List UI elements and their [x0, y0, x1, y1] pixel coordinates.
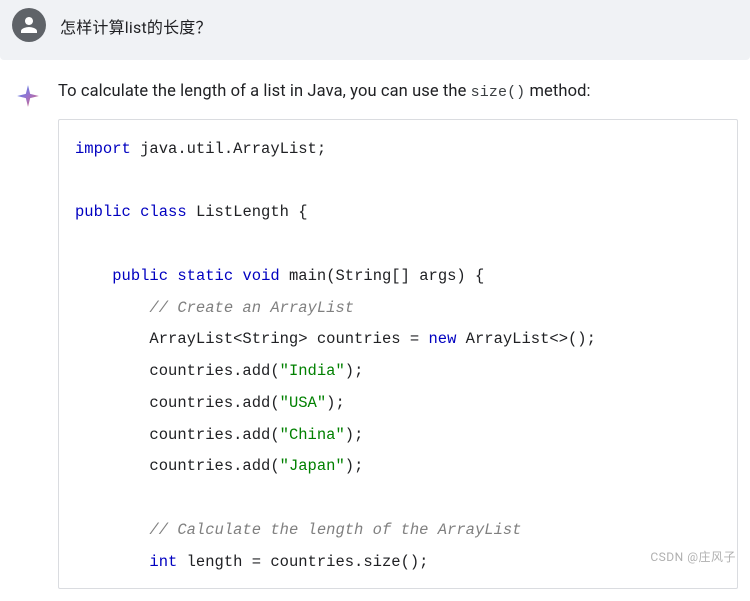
code-text: java.util.ArrayList; — [131, 140, 326, 158]
code-text: ); — [326, 394, 345, 412]
user-message-row: 怎样计算list的长度？ — [0, 0, 750, 60]
intro-pre: To calculate the length of a list in Jav… — [58, 82, 471, 101]
code-text: ); — [345, 362, 364, 380]
user-message-text: 怎样计算list的长度？ — [60, 8, 212, 38]
kw-public: public — [75, 203, 131, 221]
comment: // Create an ArrayList — [149, 299, 354, 317]
code-text: length = countries.size(); — [177, 553, 428, 571]
kw-import: import — [75, 140, 131, 158]
code-text: countries.add( — [75, 426, 280, 444]
kw-public: public — [112, 267, 168, 285]
code-text: ArrayList<>(); — [456, 330, 596, 348]
code-block: import java.util.ArrayList; public class… — [58, 119, 738, 590]
kw-class: class — [140, 203, 187, 221]
code-text: countries.add( — [75, 362, 280, 380]
code-text: main(String[] args) { — [280, 267, 485, 285]
code-text: countries.add( — [75, 394, 280, 412]
watermark: CSDN @庄风子 — [650, 548, 736, 565]
user-avatar — [12, 8, 46, 42]
kw-new: new — [428, 330, 456, 348]
assistant-intro: To calculate the length of a list in Jav… — [58, 80, 738, 105]
code-text: ArrayList<String> countries = — [75, 330, 428, 348]
person-icon — [17, 13, 41, 37]
code-text: ); — [345, 426, 364, 444]
code-text: ListLength { — [187, 203, 308, 221]
inline-code: size() — [471, 84, 526, 101]
string: "Japan" — [280, 457, 345, 475]
code-text: ); — [345, 457, 364, 475]
assistant-avatar — [12, 80, 44, 112]
comment: // Calculate the length of the ArrayList — [149, 521, 521, 539]
string: "USA" — [280, 394, 327, 412]
assistant-message-row: To calculate the length of a list in Jav… — [0, 60, 750, 601]
sparkle-icon — [15, 83, 41, 109]
string: "China" — [280, 426, 345, 444]
code-text: countries.add( — [75, 457, 280, 475]
kw-int: int — [149, 553, 177, 571]
kw-static: static — [177, 267, 233, 285]
intro-post: method: — [525, 82, 590, 101]
assistant-body: To calculate the length of a list in Jav… — [58, 80, 738, 589]
kw-void: void — [242, 267, 279, 285]
string: "India" — [280, 362, 345, 380]
